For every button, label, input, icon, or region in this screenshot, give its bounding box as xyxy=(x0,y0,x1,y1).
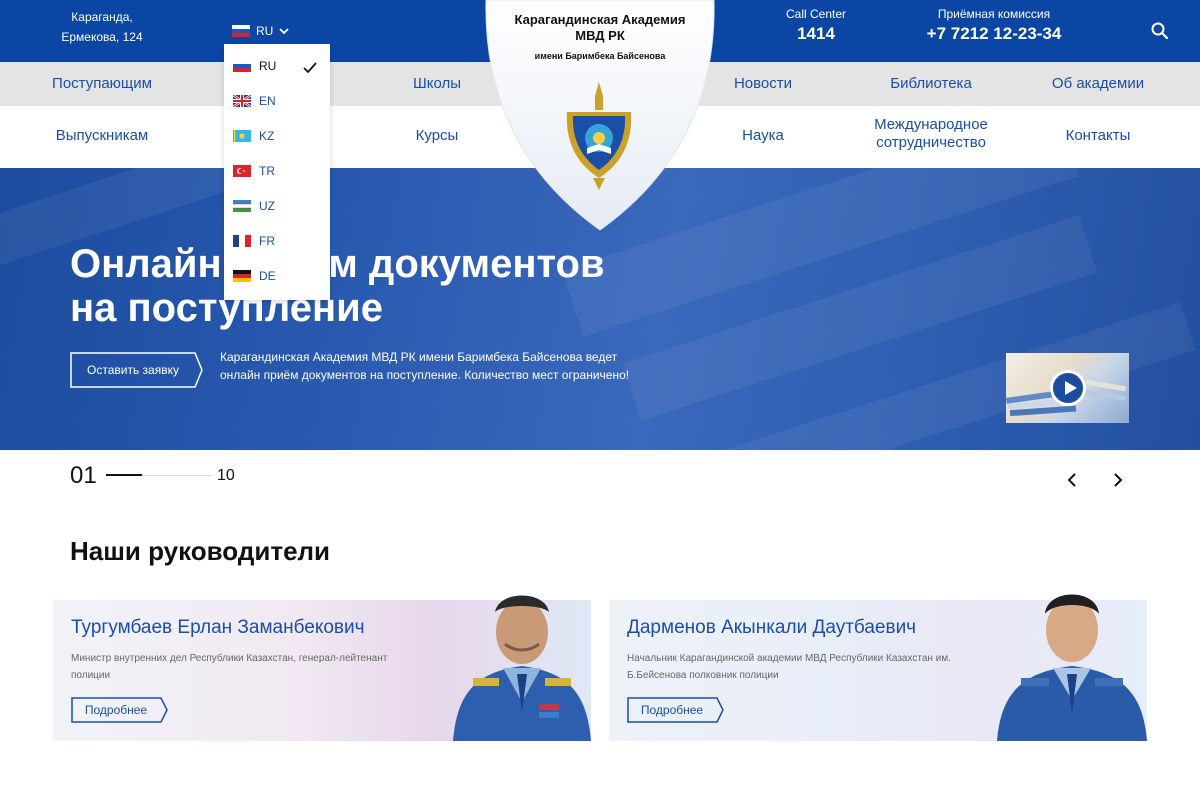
admission-phone[interactable]: +7 7212 12-23-34 xyxy=(912,22,1076,46)
address-street: Ермекова, 124 xyxy=(61,30,143,44)
leader-portrait xyxy=(997,594,1147,741)
leader-more-label: Подробнее xyxy=(640,703,704,717)
language-code: KZ xyxy=(259,128,275,143)
nav-graduates[interactable]: Выпускникам xyxy=(52,125,152,147)
prev-slide-arrow-icon[interactable] xyxy=(1066,471,1080,489)
nav-library[interactable]: Библиотека xyxy=(886,73,976,95)
nav-courses[interactable]: Курсы xyxy=(400,125,474,147)
kazakhstan-flag-icon xyxy=(233,129,251,142)
call-center-label: Call Center xyxy=(785,7,847,21)
russia-flag-icon xyxy=(232,25,250,37)
academy-emblem-icon xyxy=(566,82,632,190)
academy-subtitle: имени Баримбека Байсенова xyxy=(534,51,666,61)
language-selector[interactable]: RU xyxy=(232,22,289,40)
language-code: UZ xyxy=(259,198,275,213)
russia-flag-icon xyxy=(233,59,251,72)
leader-more-label: Подробнее xyxy=(84,703,148,717)
address: Караганда, Ермекова, 124 xyxy=(52,7,152,47)
language-option-fr[interactable]: FR xyxy=(224,223,330,258)
nav-international-line2: сотрудничество xyxy=(876,134,986,151)
language-option-uz[interactable]: UZ xyxy=(224,188,330,223)
leader-name[interactable]: Дарменов Акынкали Даутбаевич xyxy=(627,617,916,639)
language-option-de[interactable]: DE xyxy=(224,258,330,293)
leader-portrait xyxy=(453,595,591,741)
slide-total: 10 xyxy=(217,467,235,484)
call-center-number[interactable]: 1414 xyxy=(770,22,862,46)
france-flag-icon xyxy=(233,234,251,247)
nav-schools[interactable]: Школы xyxy=(400,73,474,95)
language-dropdown: RU EN KZ TR UZ FR DE xyxy=(224,44,330,300)
chevron-down-icon xyxy=(279,28,289,35)
leader-card: Тургумбаев Ерлан Заманбекович Министр вн… xyxy=(53,595,591,741)
nav-news[interactable]: Новости xyxy=(730,73,796,95)
germany-flag-icon xyxy=(233,269,251,282)
search-icon[interactable] xyxy=(1150,21,1170,41)
language-code: DE xyxy=(259,268,276,283)
leader-name[interactable]: Тургумбаев Ерлан Заманбекович xyxy=(71,617,365,639)
nav-contacts[interactable]: Контакты xyxy=(1060,125,1136,147)
language-code: TR xyxy=(259,163,275,178)
checkmark-icon xyxy=(303,62,317,74)
hero-title-line2: на поступление xyxy=(70,286,383,330)
uk-flag-icon xyxy=(233,94,251,107)
nav-international[interactable]: Международное сотрудничество xyxy=(866,116,996,152)
language-code: FR xyxy=(259,233,275,248)
language-option-kz[interactable]: KZ xyxy=(224,118,330,153)
uzbekistan-flag-icon xyxy=(233,199,251,212)
slide-progress-fill xyxy=(106,474,143,476)
admission-office: Приёмная комиссия +7 7212 12-23-34 xyxy=(912,6,1076,46)
submit-application-label: Оставить заявку xyxy=(87,363,179,377)
language-option-ru[interactable]: RU xyxy=(224,48,330,83)
turkey-flag-icon xyxy=(233,164,251,177)
nav-science[interactable]: Наука xyxy=(730,125,796,147)
academy-name: Карагандинская Академия МВД РК xyxy=(514,12,686,43)
hero-description: Карагандинская Академия МВД РК имени Бар… xyxy=(220,350,630,382)
leaders-title: Наши руководители xyxy=(70,536,331,566)
slide-current: 01 xyxy=(70,462,97,489)
leader-more-button[interactable]: Подробнее xyxy=(71,697,169,723)
nav-applicants[interactable]: Поступающим xyxy=(52,73,152,95)
next-slide-arrow-icon[interactable] xyxy=(1110,471,1124,489)
hero-title-line1: Онлайн приём документов xyxy=(70,242,605,286)
call-center: Call Center 1414 xyxy=(770,6,862,46)
video-thumbnail[interactable] xyxy=(1006,353,1129,423)
slide-progress xyxy=(106,474,212,476)
language-code: EN xyxy=(259,93,276,108)
language-current: RU xyxy=(256,24,274,38)
leader-position: Начальник Карагандинской академии МВД Ре… xyxy=(627,653,951,681)
leader-card: Дарменов Акынкали Даутбаевич Начальник К… xyxy=(609,594,1147,741)
admission-label: Приёмная комиссия xyxy=(937,7,1051,21)
play-icon xyxy=(1050,370,1086,406)
leader-position: Министр внутренних дел Республики Казахс… xyxy=(71,653,388,681)
language-option-tr[interactable]: TR xyxy=(224,153,330,188)
language-code: RU xyxy=(259,58,277,73)
address-city: Караганда, xyxy=(71,10,133,24)
leader-more-button[interactable]: Подробнее xyxy=(627,697,725,723)
nav-international-line1: Международное xyxy=(874,116,988,133)
nav-about[interactable]: Об академии xyxy=(1050,73,1146,95)
submit-application-button[interactable]: Оставить заявку xyxy=(70,352,204,388)
hero-title: Онлайн приём документов на поступление xyxy=(70,242,605,330)
language-option-en[interactable]: EN xyxy=(224,83,330,118)
